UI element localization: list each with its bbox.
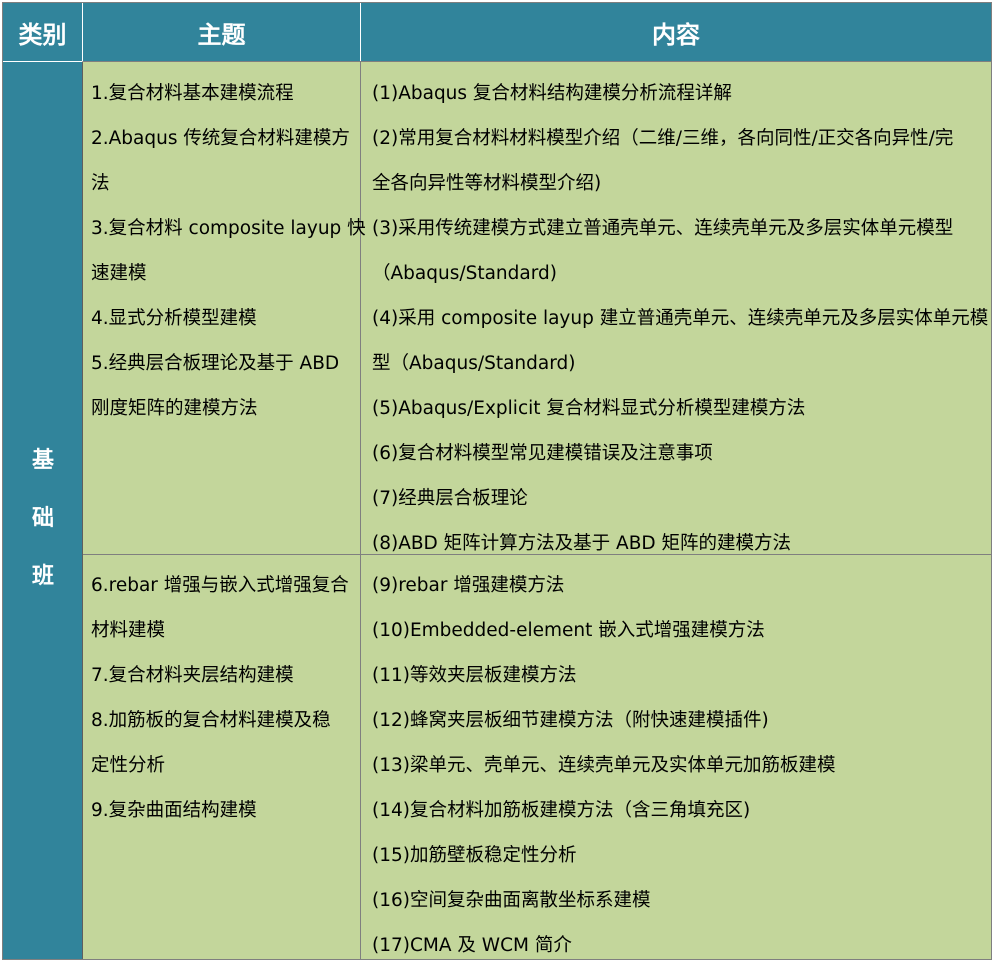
content-line: (4)采用 composite layup 建立普通壳单元、连续壳单元及多层实体… [372, 308, 989, 329]
topic-line: 速建模 [91, 263, 147, 284]
course-table: 类别 主题 内容 基 础 班 1.复合材料基本建模流程 2.Abaqus 传统复… [2, 2, 992, 960]
topic-line: 2.Abaqus 传统复合材料建模方 [91, 128, 350, 149]
content-line: 全各向异性等材料模型介绍) [372, 173, 602, 194]
topic-cell-section-1: 1.复合材料基本建模流程 2.Abaqus 传统复合材料建模方 法 3.复合材料… [83, 61, 366, 555]
content-line: (11)等效夹层板建模方法 [372, 665, 577, 686]
content-line: (10)Embedded-element 嵌入式增强建模方法 [372, 620, 765, 641]
header-category: 类别 [3, 3, 83, 61]
header-topic: 主题 [83, 3, 361, 61]
content-line: (14)复合材料加筋板建模方法（含三角填充区) [372, 800, 751, 821]
content-line: 型（Abaqus/Standard) [372, 353, 576, 374]
content-line: (15)加筋壁板稳定性分析 [372, 845, 577, 866]
category-cell: 基 础 班 [3, 61, 83, 959]
topic-line: 5.经典层合板理论及基于 ABD [91, 353, 340, 374]
topic-line: 6.rebar 增强与嵌入式增强复合 [91, 575, 349, 596]
content-line: (5)Abaqus/Explicit 复合材料显式分析模型建模方法 [372, 398, 806, 419]
content-cell-section-1: (1)Abaqus 复合材料结构建模分析流程详解 (2)常用复合材料材料模型介绍… [361, 61, 991, 555]
topic-line: 定性分析 [91, 755, 166, 776]
content-line: (13)梁单元、壳单元、连续壳单元及实体单元加筋板建模 [372, 755, 836, 776]
topic-line: 8.加筋板的复合材料建模及稳 [91, 710, 331, 731]
topic-line: 3.复合材料 composite layup 快 [91, 218, 366, 239]
content-cell-section-2: (9)rebar 增强建模方法 (10)Embedded-element 嵌入式… [361, 555, 991, 959]
header-content: 内容 [361, 3, 991, 61]
topic-line: 法 [91, 173, 110, 194]
content-line: (9)rebar 增强建模方法 [372, 575, 565, 596]
table-header: 类别 主题 内容 [3, 3, 991, 61]
topic-line: 材料建模 [91, 620, 166, 641]
category-char: 基 [31, 448, 54, 473]
topic-cell-section-2: 6.rebar 增强与嵌入式增强复合 材料建模 7.复合材料夹层结构建模 8.加… [83, 555, 361, 959]
content-line: (2)常用复合材料材料模型介绍（二维/三维，各向同性/正交各向异性/完 [372, 128, 954, 149]
topic-line: 4.显式分析模型建模 [91, 308, 257, 329]
category-char: 班 [31, 564, 54, 589]
content-line: (7)经典层合板理论 [372, 488, 528, 509]
content-line: (17)CMA 及 WCM 简介 [372, 935, 572, 956]
topic-line: 刚度矩阵的建模方法 [91, 398, 258, 419]
content-line: (12)蜂窝夹层板细节建模方法（附快速建模插件) [372, 710, 769, 731]
content-line: (1)Abaqus 复合材料结构建模分析流程详解 [372, 83, 732, 104]
category-char: 础 [31, 506, 54, 531]
topic-line: 1.复合材料基本建模流程 [91, 83, 294, 104]
content-line: (16)空间复杂曲面离散坐标系建模 [372, 890, 651, 911]
topic-line: 7.复合材料夹层结构建模 [91, 665, 294, 686]
content-line: （Abaqus/Standard) [372, 263, 557, 284]
category-label: 基 础 班 [3, 432, 83, 606]
content-line: (3)采用传统建模方式建立普通壳单元、连续壳单元及多层实体单元模型 [372, 218, 954, 239]
topic-line: 9.复杂曲面结构建模 [91, 800, 257, 821]
content-line: (6)复合材料模型常见建模错误及注意事项 [372, 443, 713, 464]
